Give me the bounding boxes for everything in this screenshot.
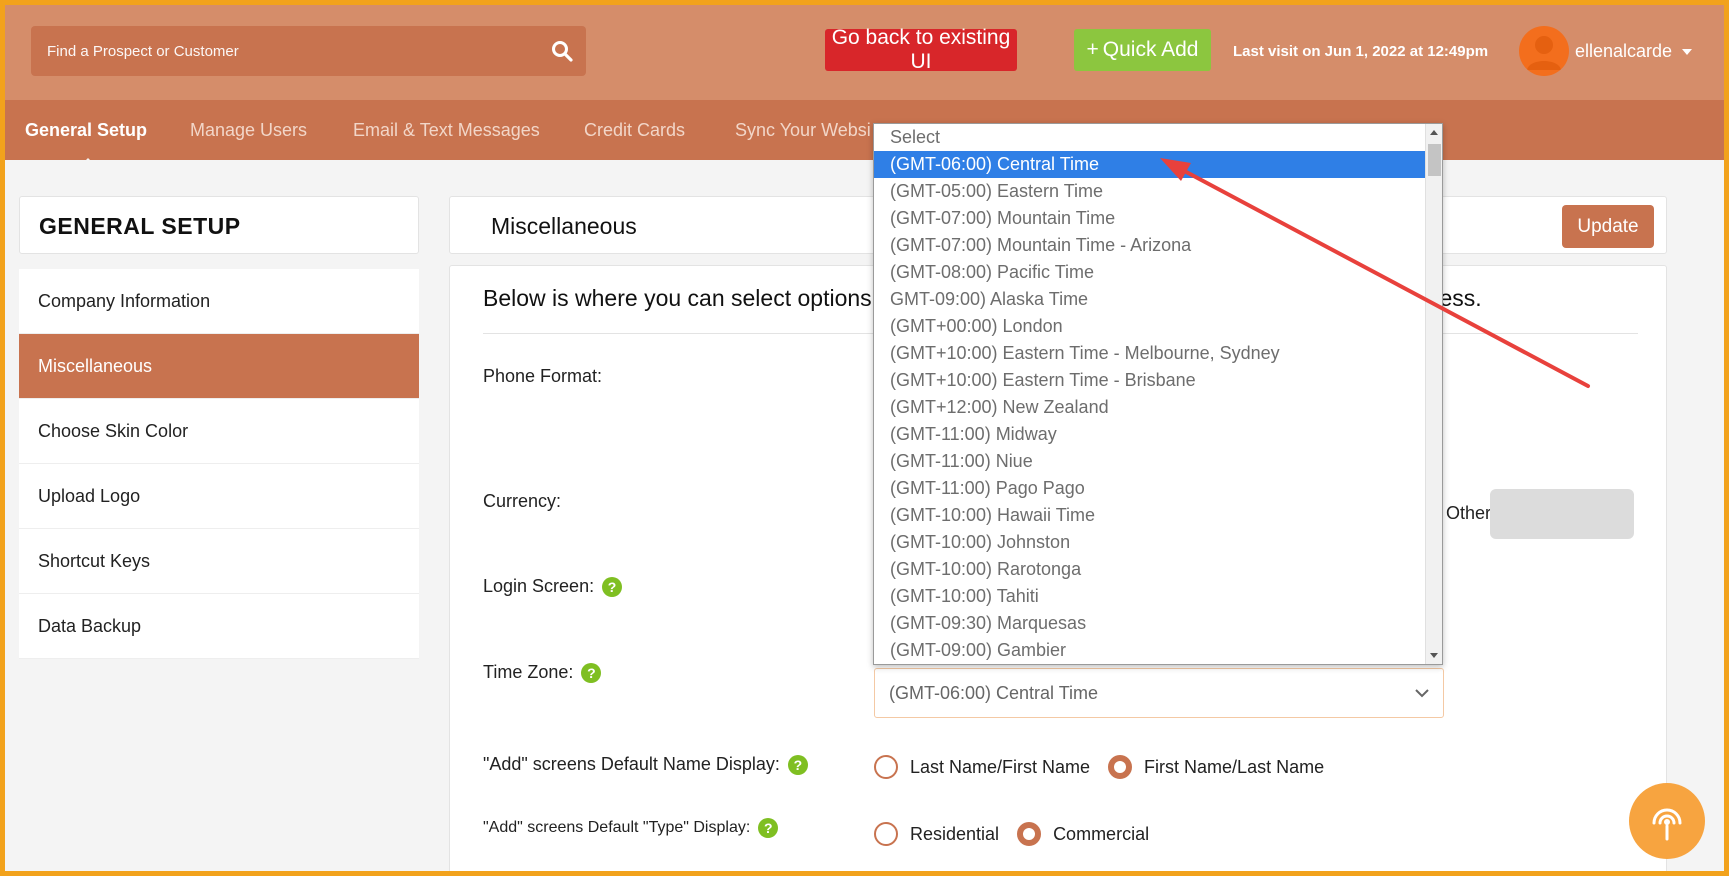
sidebar-item-choose-skin-color[interactable]: Choose Skin Color — [19, 399, 419, 464]
name-display-option-first-last[interactable]: First Name/Last Name — [1108, 755, 1324, 779]
radio-label: Commercial — [1053, 823, 1150, 844]
radio-unchecked-icon[interactable] — [874, 755, 898, 779]
caret-down-icon — [1682, 48, 1693, 55]
intro-text-left: Below is where you can select options — [483, 285, 872, 311]
sidebar-menu: Company Information Miscellaneous Choose… — [19, 269, 419, 659]
login-screen-label-text: Login Screen: — [483, 576, 595, 596]
nav-tab-sync-website[interactable]: Sync Your Websi — [735, 100, 875, 160]
time-zone-dropdown-list[interactable]: Select (GMT-06:00) Central Time (GMT-05:… — [873, 123, 1443, 665]
active-tab-pointer — [79, 158, 97, 167]
dropdown-option[interactable]: (GMT-09:30) Marquesas — [874, 610, 1427, 637]
chevron-down-icon — [1415, 689, 1429, 698]
dropdown-option-selected[interactable]: (GMT-06:00) Central Time — [874, 151, 1427, 178]
last-visit-text: Last visit on Jun 1, 2022 at 12:49pm — [1233, 43, 1489, 60]
dropdown-option[interactable]: (GMT+00:00) London — [874, 313, 1427, 340]
dropdown-option[interactable]: GMT-09:00) Alaska Time — [874, 286, 1427, 313]
dropdown-option[interactable]: (GMT+12:00) New Zealand — [874, 394, 1427, 421]
scrollbar-thumb[interactable] — [1428, 144, 1441, 176]
type-display-option-commercial[interactable]: Commercial — [1017, 822, 1149, 846]
sidebar-item-shortcut-keys[interactable]: Shortcut Keys — [19, 529, 419, 594]
dropdown-option[interactable]: (GMT+10:00) Eastern Time - Melbourne, Sy… — [874, 340, 1427, 367]
dropdown-option[interactable]: (GMT-10:00) Rarotonga — [874, 556, 1427, 583]
currency-other-input[interactable] — [1490, 489, 1634, 539]
user-menu[interactable]: ellenalcarde — [1575, 41, 1693, 62]
dropdown-option[interactable]: Select — [874, 124, 1427, 151]
main-nav: General Setup Manage Users Email & Text … — [5, 100, 1724, 160]
top-header: Go back to existing UI + Quick Add Last … — [5, 5, 1724, 100]
type-display-option-residential[interactable]: Residential — [874, 822, 999, 846]
sidebar-title: GENERAL SETUP — [19, 196, 419, 254]
nav-tab-email-text-messages[interactable]: Email & Text Messages — [353, 100, 540, 160]
dropdown-option[interactable]: (GMT-10:00) Hawaii Time — [874, 502, 1427, 529]
nav-tab-manage-users[interactable]: Manage Users — [190, 100, 307, 160]
radio-label: Last Name/First Name — [910, 756, 1091, 777]
dropdown-scrollbar[interactable] — [1425, 124, 1442, 664]
sidebar-item-miscellaneous[interactable]: Miscellaneous — [19, 334, 419, 399]
login-screen-label: Login Screen: ? — [483, 576, 623, 597]
help-icon[interactable]: ? — [602, 576, 623, 597]
dropdown-option[interactable]: (GMT-08:00) Pacific Time — [874, 259, 1427, 286]
sidebar-item-company-information[interactable]: Company Information — [19, 269, 419, 334]
search-input[interactable] — [31, 26, 586, 76]
user-avatar-icon[interactable] — [1519, 26, 1569, 76]
floating-support-button[interactable] — [1629, 783, 1705, 859]
time-zone-selected-value: (GMT-06:00) Central Time — [889, 683, 1099, 703]
currency-label: Currency: — [483, 491, 562, 511]
help-icon[interactable]: ? — [581, 662, 602, 683]
radio-checked-icon[interactable] — [1108, 755, 1133, 779]
name-display-radio-group: Last Name/First Name First Name/Last Nam… — [874, 755, 1342, 779]
scroll-down-arrow-icon[interactable] — [1430, 653, 1438, 658]
dropdown-option[interactable]: (GMT-09:00) Gambier — [874, 637, 1427, 664]
dropdown-option[interactable]: (GMT-07:00) Mountain Time - Arizona — [874, 232, 1427, 259]
sidebar-item-data-backup[interactable]: Data Backup — [19, 594, 419, 659]
time-zone-label-text: Time Zone: — [483, 662, 574, 682]
radio-label: First Name/Last Name — [1144, 756, 1325, 777]
dropdown-option[interactable]: (GMT-10:00) Johnston — [874, 529, 1427, 556]
plus-icon: + — [1086, 38, 1099, 61]
type-display-label-text: "Add" screens Default "Type" Display: — [483, 819, 751, 836]
search-box — [31, 26, 586, 76]
help-icon[interactable]: ? — [787, 754, 808, 775]
scroll-up-arrow-icon[interactable] — [1430, 130, 1438, 135]
dropdown-option[interactable]: (GMT-07:00) Mountain Time — [874, 205, 1427, 232]
phone-format-label: Phone Format: — [483, 366, 603, 386]
dropdown-option[interactable]: (GMT-10:00) Tahiti — [874, 583, 1427, 610]
time-zone-label: Time Zone: ? — [483, 662, 602, 683]
currency-other-label: Other — [1446, 503, 1492, 523]
radio-unchecked-icon[interactable] — [874, 822, 898, 846]
time-zone-select[interactable]: (GMT-06:00) Central Time — [874, 668, 1444, 718]
page-title: Miscellaneous — [491, 213, 637, 239]
type-display-label: "Add" screens Default "Type" Display: ? — [483, 818, 779, 838]
name-display-option-last-first[interactable]: Last Name/First Name — [874, 755, 1090, 779]
name-display-label-text: "Add" screens Default Name Display: — [483, 754, 780, 774]
dropdown-option[interactable]: (GMT+10:00) Eastern Time - Brisbane — [874, 367, 1427, 394]
dropdown-option[interactable]: (GMT-11:00) Niue — [874, 448, 1427, 475]
name-display-label: "Add" screens Default Name Display: ? — [483, 754, 808, 775]
go-back-existing-ui-button[interactable]: Go back to existing UI — [825, 26, 1017, 73]
quick-add-label: Quick Add — [1102, 38, 1199, 61]
dropdown-options: Select (GMT-06:00) Central Time (GMT-05:… — [874, 124, 1442, 664]
radio-checked-icon[interactable] — [1017, 822, 1042, 846]
type-display-radio-group: Residential Commercial — [874, 822, 1167, 846]
username-label: ellenalcarde — [1575, 41, 1673, 61]
dropdown-option[interactable]: (GMT-11:00) Midway — [874, 421, 1427, 448]
help-icon[interactable]: ? — [758, 818, 779, 838]
radio-label: Residential — [910, 823, 1000, 844]
app-frame: Go back to existing UI + Quick Add Last … — [5, 5, 1724, 871]
sidebar-item-upload-logo[interactable]: Upload Logo — [19, 464, 419, 529]
quick-add-button[interactable]: + Quick Add — [1074, 29, 1211, 71]
dropdown-option[interactable]: (GMT-05:00) Eastern Time — [874, 178, 1427, 205]
search-icon[interactable] — [550, 39, 574, 63]
broadcast-icon — [1652, 808, 1682, 841]
nav-tab-general-setup[interactable]: General Setup — [25, 100, 147, 160]
update-button[interactable]: Update — [1562, 205, 1654, 248]
nav-tab-credit-cards[interactable]: Credit Cards — [584, 100, 685, 160]
dropdown-option[interactable]: (GMT-11:00) Pago Pago — [874, 475, 1427, 502]
